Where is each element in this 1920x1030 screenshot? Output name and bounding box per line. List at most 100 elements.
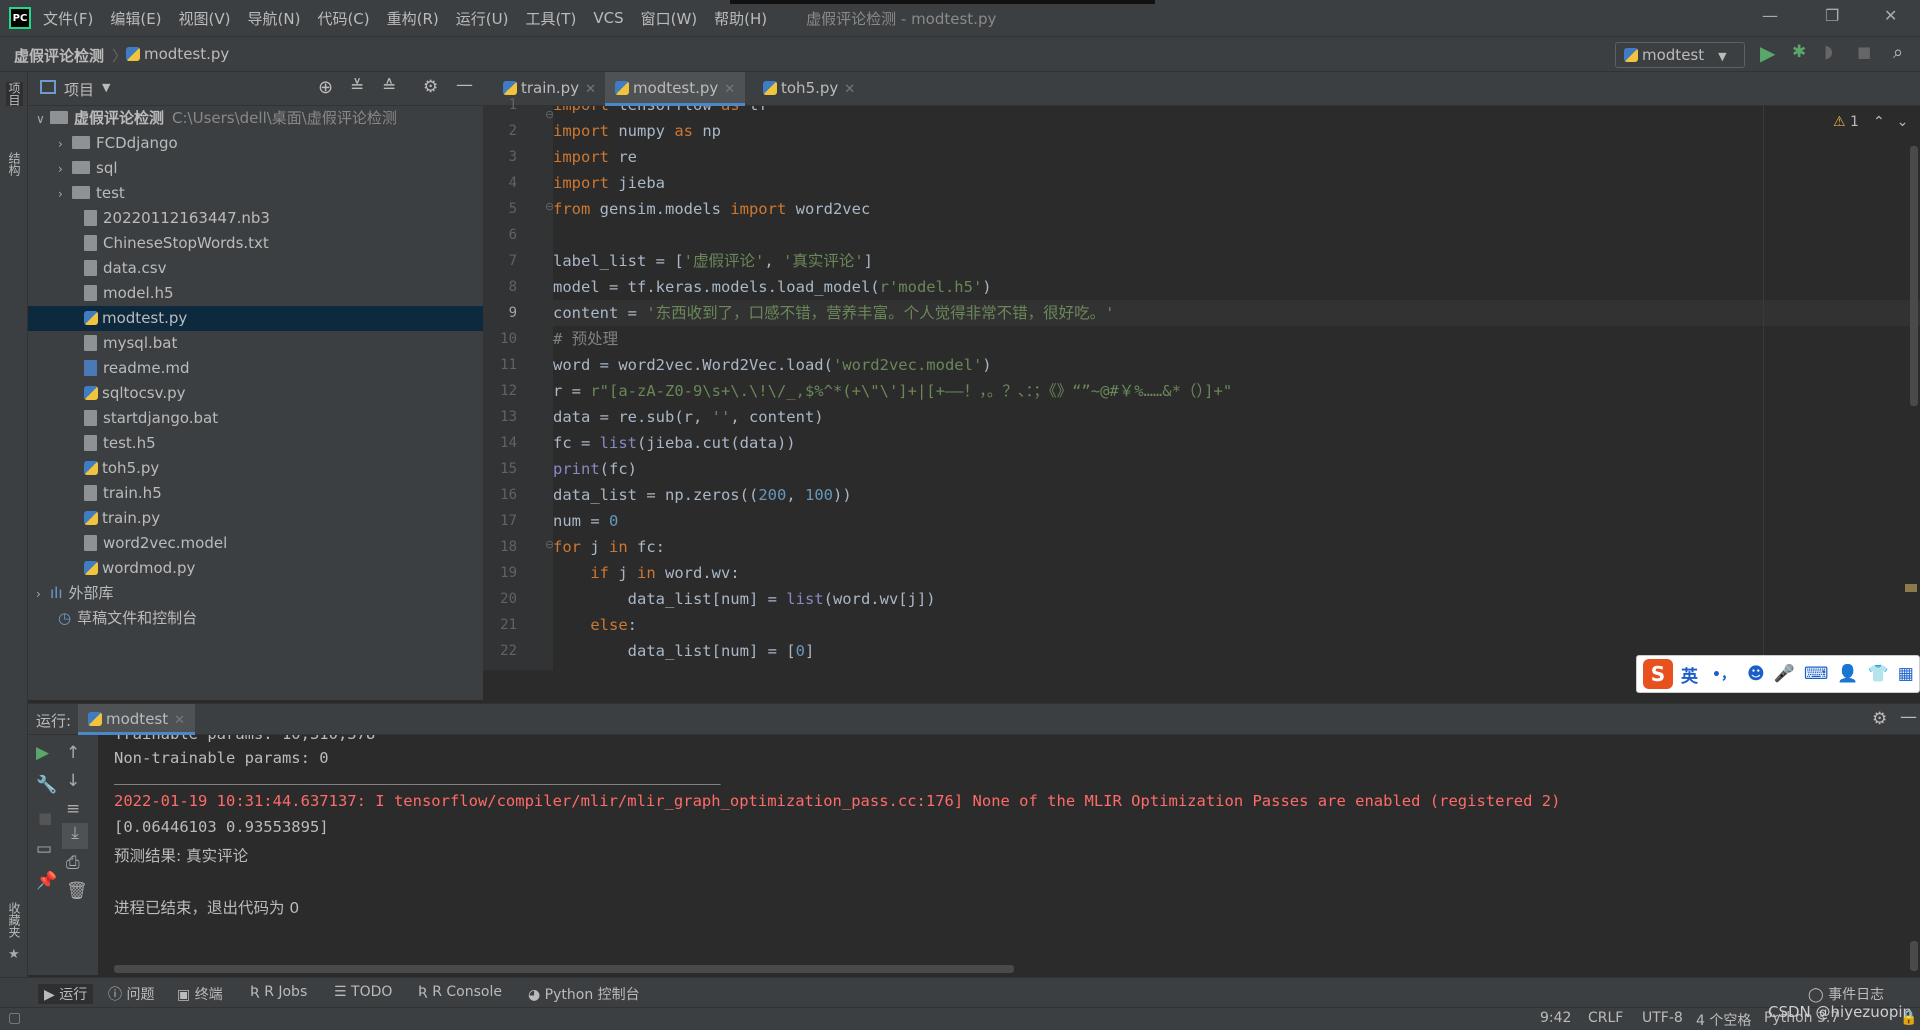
close-tab-icon[interactable]: ✕ bbox=[174, 713, 185, 728]
tree-file[interactable]: ChineseStopWords.txt bbox=[28, 231, 483, 256]
chevron-down-icon[interactable]: ⌄ bbox=[1897, 114, 1909, 130]
minimize-icon[interactable]: — bbox=[1762, 6, 1778, 25]
debug-icon[interactable]: ✱ bbox=[1792, 42, 1806, 62]
close-tab-icon[interactable]: ✕ bbox=[724, 82, 735, 97]
microphone-icon[interactable]: 🎤 bbox=[1774, 664, 1795, 684]
console-v-scrollbar[interactable] bbox=[1910, 941, 1918, 971]
breadcrumb-file[interactable]: modtest.py bbox=[126, 45, 229, 63]
close-tab-icon[interactable]: ✕ bbox=[844, 82, 855, 97]
run-icon[interactable]: ▶ bbox=[1760, 41, 1775, 65]
menu-tools[interactable]: 工具(T) bbox=[525, 8, 576, 29]
tool-tab-run[interactable]: ▶ 运行 bbox=[38, 984, 94, 1004]
tree-file[interactable]: startdjango.bat bbox=[28, 406, 483, 431]
tree-file[interactable]: train.py bbox=[28, 506, 483, 531]
menu-refactor[interactable]: 重构(R) bbox=[387, 8, 439, 29]
run-console[interactable]: Trainable params: 10,310,378 Non-trainab… bbox=[98, 735, 1920, 975]
indent-setting[interactable]: 4 个空格 bbox=[1696, 1010, 1751, 1030]
pin-icon[interactable]: 📌 bbox=[36, 871, 57, 891]
layout-icon[interactable]: ▭ bbox=[36, 839, 52, 859]
breadcrumb-project[interactable]: 虚假评论检测 bbox=[14, 45, 104, 66]
file-encoding[interactable]: UTF-8 bbox=[1642, 1010, 1683, 1026]
tree-folder[interactable]: › test bbox=[28, 181, 483, 206]
menu-run[interactable]: 运行(U) bbox=[456, 8, 509, 29]
layout-toggle-icon[interactable]: ▢ bbox=[8, 1010, 21, 1026]
run-tab-modtest[interactable]: modtest ✕ bbox=[78, 704, 196, 735]
hide-panel-icon[interactable]: — bbox=[1900, 707, 1917, 727]
keyboard-icon[interactable]: ⌨ bbox=[1804, 664, 1829, 684]
line-separator[interactable]: CRLF bbox=[1588, 1010, 1623, 1026]
tree-file[interactable]: train.h5 bbox=[28, 481, 483, 506]
hide-panel-icon[interactable]: — bbox=[456, 75, 473, 95]
menu-view[interactable]: 视图(V) bbox=[179, 8, 231, 29]
menu-edit[interactable]: 编辑(E) bbox=[110, 8, 161, 29]
favorites-tool-tab[interactable]: 收藏夹 bbox=[6, 902, 23, 938]
tree-file[interactable]: toh5.py bbox=[28, 456, 483, 481]
tree-scratches[interactable]: ◷ 草稿文件和控制台 bbox=[28, 606, 483, 631]
tree-folder[interactable]: › FCDdjango bbox=[28, 131, 483, 156]
tree-folder[interactable]: › sql bbox=[28, 156, 483, 181]
project-tool-tab[interactable]: 项目 bbox=[6, 82, 23, 106]
tree-file-selected[interactable]: modtest.py bbox=[28, 306, 483, 331]
tree-file[interactable]: wordmod.py bbox=[28, 556, 483, 581]
gear-icon[interactable]: ⚙ bbox=[1872, 709, 1887, 729]
restore-icon[interactable]: ❐ bbox=[1825, 6, 1839, 25]
wrench-icon[interactable]: 🔧 bbox=[36, 775, 57, 795]
caret-position[interactable]: 9:42 bbox=[1540, 1010, 1571, 1026]
tool-tab-problems[interactable]: ⓘ 问题 bbox=[108, 984, 154, 1004]
toolbox-icon[interactable]: ▦ bbox=[1898, 664, 1914, 684]
tree-file[interactable]: test.h5 bbox=[28, 431, 483, 456]
stop-icon[interactable]: ■ bbox=[38, 809, 52, 827]
tree-file[interactable]: word2vec.model bbox=[28, 531, 483, 556]
warning-stripe-marker[interactable] bbox=[1905, 584, 1917, 592]
close-tab-icon[interactable]: ✕ bbox=[585, 82, 596, 97]
menu-navigate[interactable]: 导航(N) bbox=[248, 8, 301, 29]
emoji-icon[interactable]: ☻ bbox=[1747, 664, 1765, 684]
tool-tab-terminal[interactable]: ▣ 终端 bbox=[177, 984, 223, 1004]
tree-file[interactable]: data.csv bbox=[28, 256, 483, 281]
tree-root[interactable]: ∨ 虚假评论检测 C:\Users\dell\桌面\虚假评论检测 bbox=[28, 106, 483, 131]
editor-scrollbar[interactable] bbox=[1910, 146, 1918, 406]
gear-icon[interactable]: ⚙ bbox=[423, 77, 438, 97]
ime-lang[interactable]: 英 bbox=[1681, 662, 1698, 687]
stop-icon[interactable]: ■ bbox=[1857, 43, 1871, 61]
tool-tab-todo[interactable]: ☰ TODO bbox=[334, 984, 392, 1000]
tree-file[interactable]: sqltocsv.py bbox=[28, 381, 483, 406]
tab-modtest-py[interactable]: modtest.py ✕ bbox=[605, 72, 746, 106]
soft-wrap-icon[interactable]: ≡ bbox=[66, 799, 80, 819]
menu-code[interactable]: 代码(C) bbox=[317, 8, 369, 29]
rerun-icon[interactable]: ▶ bbox=[36, 743, 49, 763]
tree-file[interactable]: model.h5 bbox=[28, 281, 483, 306]
tree-file[interactable]: readme.md bbox=[28, 356, 483, 381]
menu-window[interactable]: 窗口(W) bbox=[641, 8, 698, 29]
locate-icon[interactable]: ⊕ bbox=[318, 77, 333, 98]
tree-file[interactable]: mysql.bat bbox=[28, 331, 483, 356]
menu-vcs[interactable]: VCS bbox=[593, 9, 623, 27]
menu-help[interactable]: 帮助(H) bbox=[714, 8, 767, 29]
project-panel-title[interactable]: 项目 bbox=[64, 79, 94, 100]
collapse-all-icon[interactable]: ≙ bbox=[382, 77, 396, 97]
arrow-down-icon[interactable]: ↓ bbox=[66, 771, 80, 791]
expand-all-icon[interactable]: ≚ bbox=[350, 77, 364, 97]
tool-tab-rconsole[interactable]: Ʀ R Console bbox=[418, 984, 502, 1000]
close-window-icon[interactable]: ✕ bbox=[1884, 6, 1897, 25]
tree-file[interactable]: 20220112163447.nb3 bbox=[28, 206, 483, 231]
tool-tab-event-log[interactable]: ◯ 事件日志 bbox=[1808, 984, 1884, 1004]
search-icon[interactable]: ⌕ bbox=[1893, 42, 1903, 63]
tree-external-libs[interactable]: › ılı 外部库 bbox=[28, 581, 483, 606]
tool-tab-python-console[interactable]: ◕ Python 控制台 bbox=[528, 984, 640, 1004]
chevron-down-icon[interactable]: ▼ bbox=[102, 81, 110, 94]
user-icon[interactable]: 👤 bbox=[1837, 664, 1858, 684]
coverage-icon[interactable]: ◗ bbox=[1824, 42, 1833, 62]
tool-tab-rjobs[interactable]: Ʀ R Jobs bbox=[250, 984, 307, 1000]
scroll-to-end-icon[interactable]: ⤓ bbox=[62, 823, 88, 849]
structure-tool-tab[interactable]: 结构 bbox=[6, 152, 23, 176]
ime-punct[interactable]: •， bbox=[1712, 664, 1735, 684]
print-icon[interactable]: ⎙ bbox=[66, 853, 80, 873]
trash-icon[interactable]: 🗑 bbox=[66, 881, 88, 901]
lock-icon[interactable]: 🔒 bbox=[1900, 1010, 1917, 1026]
console-h-scrollbar[interactable] bbox=[114, 965, 1014, 973]
inspection-widget[interactable]: ⚠ 1 ⌃ ⌄ bbox=[1833, 114, 1908, 130]
chevron-up-icon[interactable]: ⌃ bbox=[1873, 114, 1885, 130]
run-config-select[interactable]: modtest ▼ bbox=[1615, 42, 1745, 68]
arrow-up-icon[interactable]: ↑ bbox=[66, 743, 80, 763]
